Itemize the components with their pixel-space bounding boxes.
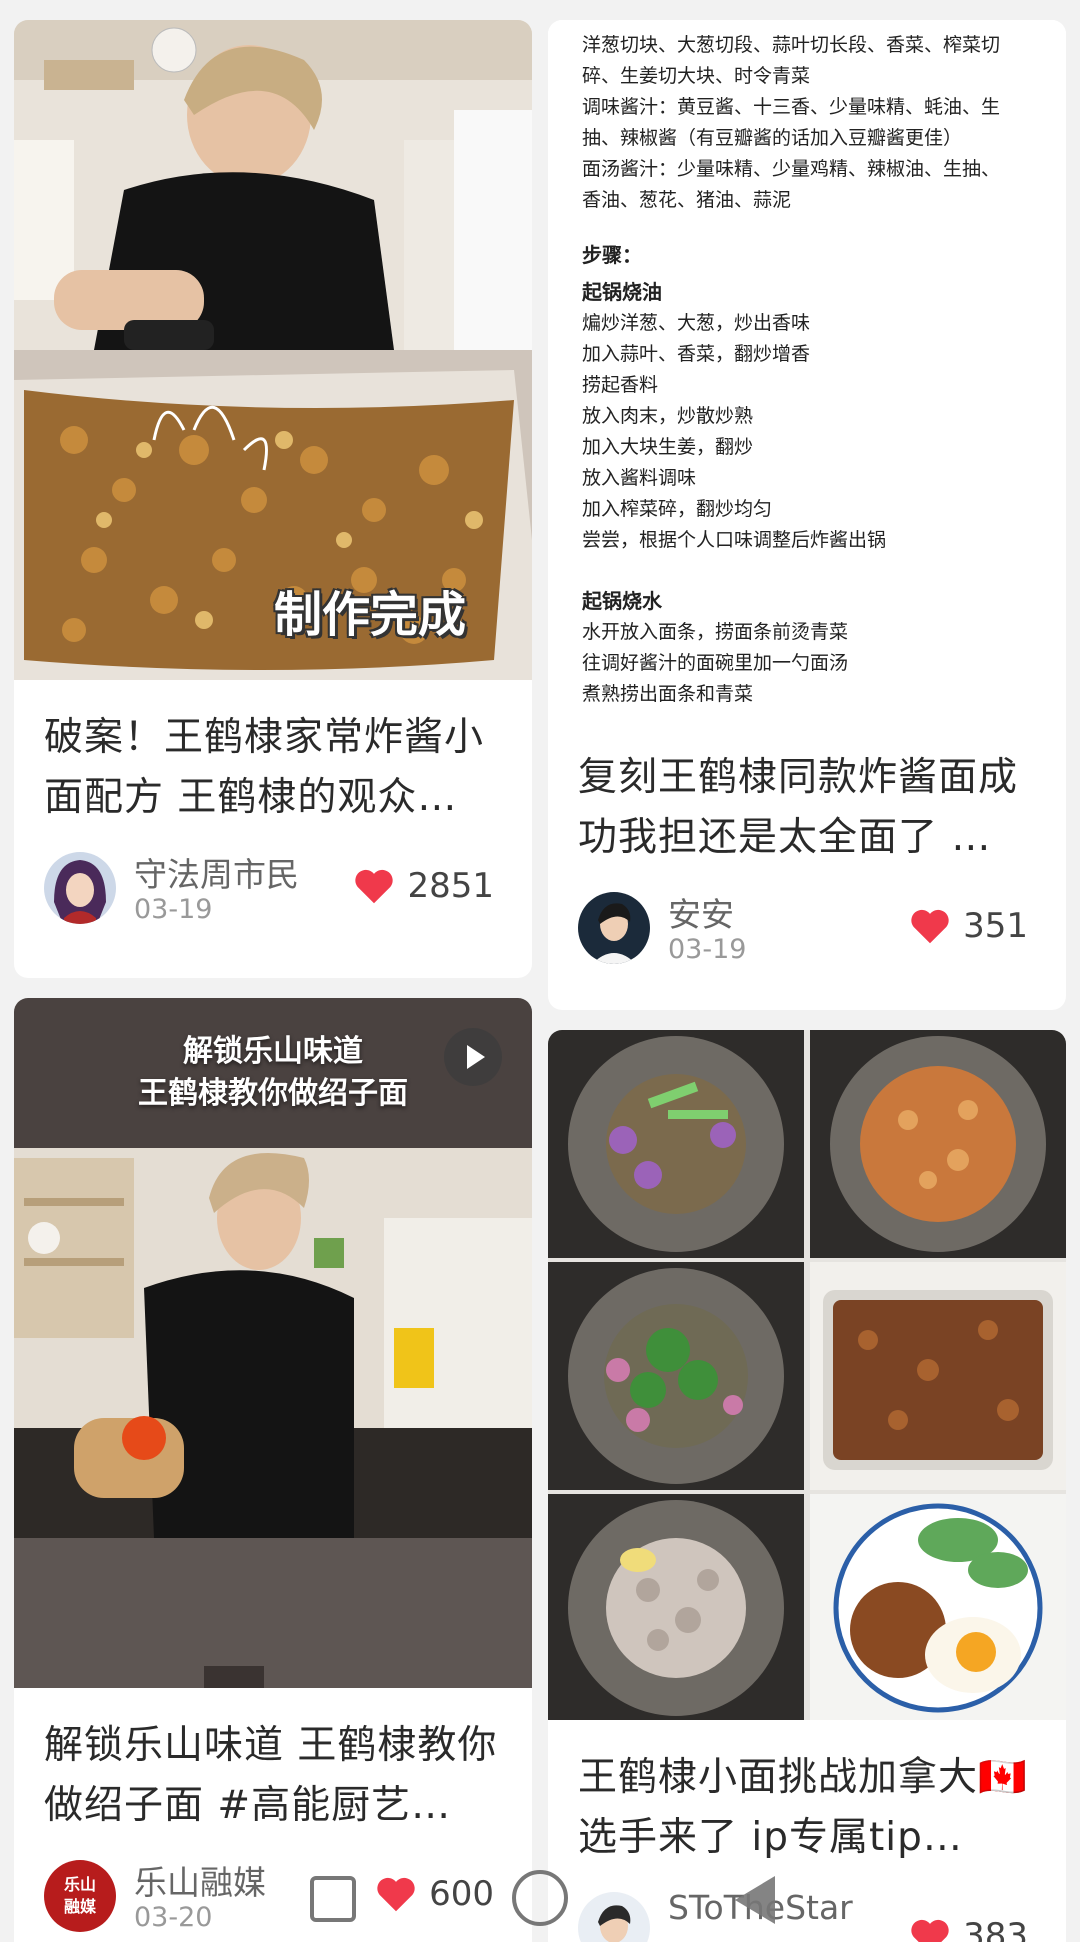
recipe-step: 尝尝，根据个人口味调整后炸酱出锅 xyxy=(582,529,887,551)
like-count: 351 xyxy=(963,906,1028,946)
section-heading: 起锅烧水 xyxy=(582,589,662,613)
card-thumbnail[interactable]: 制作完成 xyxy=(14,20,532,680)
recipe-step: 捞起香料 xyxy=(582,374,659,396)
recipe-step: 往调好酱汁的面碗里加一勺面汤 xyxy=(582,652,849,674)
card-thumbnail[interactable]: 解锁乐山味道 王鹤棣教你做绍子面 xyxy=(14,998,532,1688)
recipe-step: 煸炒洋葱、大葱，炒出香味 xyxy=(582,312,811,334)
post-date: 03-19 xyxy=(668,934,747,965)
recipe-step: 加入蒜叶、香菜，翻炒增香 xyxy=(582,343,811,365)
heart-icon xyxy=(355,869,394,904)
recipe-step: 放入酱料调味 xyxy=(582,467,697,489)
feed-card[interactable]: 洋葱切块、大葱切段、蒜叶切长段、香菜、榨菜切 碎、生姜切大块、时令青菜 调味酱汁… xyxy=(548,20,1066,1010)
recipe-line: 调味酱汁：黄豆酱、十三香、少量味精、蚝油、生 xyxy=(582,96,1001,118)
feed-card[interactable]: 王鹤棣小面挑战加拿大🇨🇦选手来了 ip专属tip… SToTheStar 383 xyxy=(548,1030,1066,1942)
card-meta: 守法周市民 03-19 2851 xyxy=(14,830,532,940)
recipe-line: 洋葱切块、大葱切段、蒜叶切长段、香菜、榨菜切 xyxy=(582,34,1001,56)
card-title[interactable]: 复刻王鹤棣同款炸酱面成功我担还是太全面了 … xyxy=(548,720,1066,870)
card-title[interactable]: 王鹤棣小面挑战加拿大🇨🇦选手来了 ip专属tip… xyxy=(548,1720,1066,1870)
system-navigation-bar xyxy=(0,1866,1080,1942)
card-meta: 安安 03-19 351 xyxy=(548,870,1066,980)
recipe-line: 香油、葱花、猪油、蒜泥 xyxy=(582,189,792,211)
feed-column-right: 洋葱切块、大葱切段、蒜叶切长段、香菜、榨菜切 碎、生姜切大块、时令青菜 调味酱汁… xyxy=(548,0,1066,1942)
feed-card[interactable]: 制作完成 破案！王鹤棣家常炸酱小面配方 王鹤棣的观众… 守法周市民 03-19 … xyxy=(14,20,532,978)
recipe-step: 煮熟捞出面条和青菜 xyxy=(582,683,754,705)
recipe-step: 水开放入面条，捞面条前烫青菜 xyxy=(582,621,849,643)
heart-icon xyxy=(911,909,949,944)
image-caption: 制作完成 xyxy=(274,587,467,643)
post-date: 03-19 xyxy=(134,894,213,925)
card-thumbnail[interactable] xyxy=(548,1030,1066,1720)
back-button[interactable] xyxy=(735,1876,775,1924)
recipe-step: 放入肉末，炒散炒熟 xyxy=(582,405,754,427)
recipe-line: 抽、辣椒酱（有豆瓣酱的话加入豆瓣酱更佳） xyxy=(582,127,963,149)
recipe-step: 加入榨菜碎，翻炒均匀 xyxy=(582,498,773,520)
like-button[interactable]: 351 xyxy=(909,906,1028,946)
recents-button[interactable] xyxy=(310,1876,356,1922)
home-button[interactable] xyxy=(512,1870,568,1926)
recipe-line: 面汤酱汁：少量味精、少量鸡精、辣椒油、生抽、 xyxy=(582,158,1001,180)
recipe-step: 加入大块生姜，翻炒 xyxy=(582,436,754,458)
like-count: 2851 xyxy=(407,866,494,906)
recipe-collage xyxy=(548,1030,1066,1720)
recipe-text-image[interactable]: 洋葱切块、大葱切段、蒜叶切长段、香菜、榨菜切 碎、生姜切大块、时令青菜 调味酱汁… xyxy=(548,20,1066,720)
feed-card[interactable]: 解锁乐山味道 王鹤棣教你做绍子面 解锁乐山味道 王鹤棣教你做绍子面 #高能厨艺…… xyxy=(14,998,532,1942)
steps-heading: 步骤： xyxy=(582,243,642,267)
section-heading: 起锅烧油 xyxy=(582,280,662,304)
avatar[interactable] xyxy=(578,892,650,964)
like-button[interactable]: 2851 xyxy=(353,866,494,906)
author-name[interactable]: 守法周市民 xyxy=(134,848,299,896)
recipe-line: 碎、生姜切大块、时令青菜 xyxy=(582,65,811,87)
avatar[interactable] xyxy=(44,852,116,924)
card-title[interactable]: 解锁乐山味道 王鹤棣教你做绍子面 #高能厨艺… xyxy=(14,1688,532,1838)
card-title[interactable]: 破案！王鹤棣家常炸酱小面配方 王鹤棣的观众… xyxy=(14,680,532,830)
author-name[interactable]: 安安 xyxy=(668,888,734,936)
play-icon[interactable] xyxy=(444,1028,502,1086)
feed-column-left: 制作完成 破案！王鹤棣家常炸酱小面配方 王鹤棣的观众… 守法周市民 03-19 … xyxy=(14,0,532,1942)
